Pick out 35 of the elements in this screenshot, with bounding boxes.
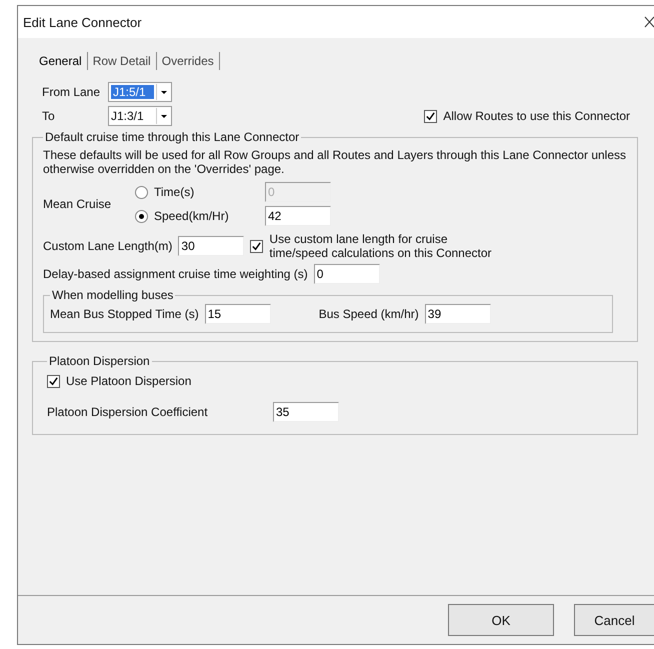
checkbox-label: Use Platoon Dispersion: [66, 374, 192, 388]
checkbox[interactable]: [250, 240, 264, 252]
field-label: Custom Lane Length(m): [43, 239, 172, 253]
input-field[interactable]: 42: [265, 206, 331, 226]
radio-label: Time(s): [154, 185, 194, 199]
radio-button[interactable]: [135, 210, 148, 222]
window-title: Edit Lane Connector: [23, 14, 142, 30]
lane-dropdown[interactable]: J1:5/1: [108, 82, 172, 102]
field-label: To: [42, 109, 56, 123]
field-label: Mean Bus Stopped Time (s): [50, 307, 199, 321]
dialog-button[interactable]: OK: [448, 604, 554, 636]
description-text: These defaults will be used for all Row Groups and all Routes and Layers through this Lane Connector unless otherwise overridden on the 'Overrides' page.: [43, 148, 627, 176]
input-field[interactable]: 35: [273, 402, 339, 422]
field-label: Bus Speed (km/hr): [318, 307, 419, 321]
checkbox-label: Use custom lane length for cruise time/speed calculations on this Connector: [269, 232, 493, 260]
field-label: Platoon Dispersion Coefficient: [47, 405, 209, 419]
field-label: From Lane: [42, 85, 102, 99]
tab[interactable]: Row Detail: [88, 52, 157, 70]
checkbox-label: Allow Routes to use this Connector: [443, 109, 630, 123]
group-title: Default cruise time through this Lane Connector: [44, 130, 300, 144]
field-label: Delay-based assignment cruise time weighting (s): [43, 267, 308, 281]
group-title: Platoon Dispersion: [48, 354, 151, 368]
input-field[interactable]: 15: [204, 304, 271, 324]
group-title: When modelling buses: [51, 288, 174, 302]
close-icon[interactable]: [644, 16, 654, 28]
dialog-button[interactable]: Cancel: [574, 604, 654, 636]
checkbox[interactable]: [424, 110, 438, 122]
checkbox[interactable]: [47, 374, 60, 388]
radio-label: Speed(km/Hr): [154, 209, 229, 223]
tab[interactable]: Overrides: [156, 52, 220, 70]
field-label: Mean Cruise: [43, 197, 112, 211]
lane-dropdown[interactable]: J1:3/1: [108, 106, 172, 126]
input-field[interactable]: 0: [314, 264, 380, 284]
input-field[interactable]: 30: [178, 236, 244, 256]
input-field[interactable]: 39: [424, 304, 491, 324]
